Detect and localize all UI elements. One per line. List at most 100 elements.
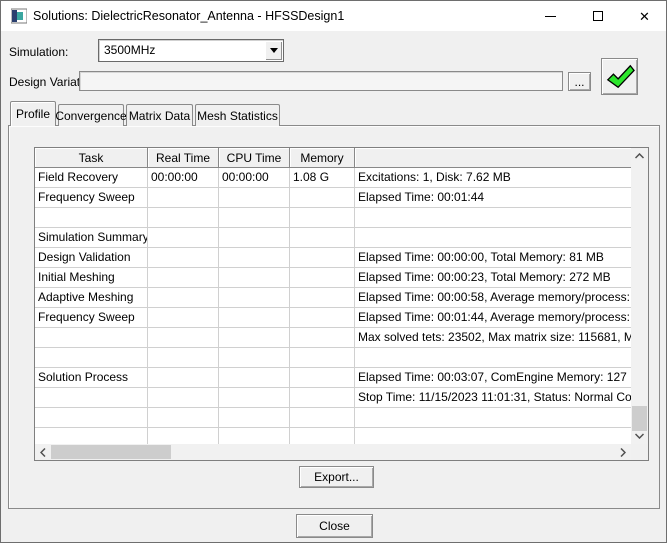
cell-memory bbox=[290, 288, 355, 308]
column-header: CPU Time bbox=[219, 148, 290, 168]
profile-grid: TaskReal TimeCPU TimeMemory Field Recove… bbox=[35, 148, 631, 444]
cell-memory bbox=[290, 268, 355, 288]
cell-real_time bbox=[148, 348, 219, 368]
cell-memory bbox=[290, 208, 355, 228]
minimize-button[interactable] bbox=[528, 1, 573, 31]
horizontal-scroll-thumb[interactable] bbox=[51, 445, 171, 459]
cell-task bbox=[35, 348, 148, 368]
cell-cpu_time bbox=[219, 368, 290, 388]
vertical-scrollbar[interactable] bbox=[631, 148, 648, 444]
cell-task bbox=[35, 428, 148, 444]
cell-info: Elapsed Time: 00:00:00, Total Memory: 81… bbox=[355, 248, 631, 268]
cell-real_time bbox=[148, 268, 219, 288]
tab-convergence[interactable]: Convergence bbox=[58, 104, 124, 126]
cell-info: Elapsed Time: 00:03:07, ComEngine Memory… bbox=[355, 368, 631, 388]
combo-dropdown-button[interactable] bbox=[265, 41, 282, 60]
cell-real_time bbox=[148, 308, 219, 328]
cell-info bbox=[355, 428, 631, 444]
table-row bbox=[35, 408, 631, 428]
profile-grid-header: TaskReal TimeCPU TimeMemory bbox=[35, 148, 631, 168]
cell-memory bbox=[290, 428, 355, 444]
cell-real_time bbox=[148, 368, 219, 388]
scroll-left-button[interactable] bbox=[35, 444, 51, 460]
close-button[interactable]: Close bbox=[296, 514, 373, 538]
cell-cpu_time bbox=[219, 268, 290, 288]
table-row bbox=[35, 348, 631, 368]
cell-info: Elapsed Time: 00:00:23, Total Memory: 27… bbox=[355, 268, 631, 288]
cell-task: Simulation Summary bbox=[35, 228, 148, 248]
cell-info: Elapsed Time: 00:01:44, Average memory/p… bbox=[355, 308, 631, 328]
table-row: Adaptive MeshingElapsed Time: 00:00:58, … bbox=[35, 288, 631, 308]
design-variation-input[interactable] bbox=[79, 71, 563, 91]
app-window-icon bbox=[11, 8, 27, 24]
browse-button[interactable]: ... bbox=[568, 72, 591, 91]
table-row: Solution Process Elapsed Time: 00:03:07, … bbox=[35, 368, 631, 388]
cell-real_time: 00:00:00 bbox=[148, 168, 219, 188]
tab-profile[interactable]: Profile bbox=[10, 101, 56, 126]
cell-task: Frequency Sweep bbox=[35, 188, 148, 208]
cell-memory bbox=[290, 388, 355, 408]
cell-cpu_time bbox=[219, 188, 290, 208]
cell-memory bbox=[290, 228, 355, 248]
scrollbar-corner bbox=[631, 444, 648, 460]
cell-memory bbox=[290, 188, 355, 208]
scroll-up-button[interactable] bbox=[631, 148, 648, 164]
cell-task: Solution Process bbox=[35, 368, 148, 388]
cell-memory: 1.08 G bbox=[290, 168, 355, 188]
titlebar: Solutions: DielectricResonator_Antenna -… bbox=[1, 1, 666, 31]
cell-cpu_time bbox=[219, 248, 290, 268]
cell-info: Elapsed Time: 00:01:44 bbox=[355, 188, 631, 208]
table-row: Frequency Sweep Elapsed Time: 00:01:44 bbox=[35, 188, 631, 208]
cell-real_time bbox=[148, 388, 219, 408]
cell-task: Frequency Sweep bbox=[35, 308, 148, 328]
minimize-icon bbox=[545, 16, 556, 17]
cell-real_time bbox=[148, 228, 219, 248]
horizontal-scrollbar[interactable] bbox=[35, 444, 631, 460]
cell-real_time bbox=[148, 408, 219, 428]
cell-memory bbox=[290, 248, 355, 268]
cell-memory bbox=[290, 368, 355, 388]
cell-memory bbox=[290, 328, 355, 348]
export-button[interactable]: Export... bbox=[299, 466, 374, 488]
close-icon: ✕ bbox=[639, 10, 650, 23]
table-row bbox=[35, 208, 631, 228]
cell-task: Design Validation bbox=[35, 248, 148, 268]
maximize-icon bbox=[593, 11, 603, 21]
apply-check-button[interactable] bbox=[601, 58, 638, 95]
cell-info bbox=[355, 348, 631, 368]
table-row: Stop Time: 11/15/2023 11:01:31, Status: … bbox=[35, 388, 631, 408]
table-row: Design Validation Elapsed Time: 00:00:00,… bbox=[35, 248, 631, 268]
cell-cpu_time bbox=[219, 308, 290, 328]
cell-cpu_time bbox=[219, 228, 290, 248]
cell-cpu_time bbox=[219, 388, 290, 408]
scroll-down-button[interactable] bbox=[631, 428, 648, 444]
maximize-button[interactable] bbox=[575, 1, 620, 31]
cell-info: Max solved tets: 23502, Max matrix size:… bbox=[355, 328, 631, 348]
column-header: Task bbox=[35, 148, 148, 168]
cell-info bbox=[355, 408, 631, 428]
cell-task bbox=[35, 328, 148, 348]
cell-real_time bbox=[148, 188, 219, 208]
tab-mesh-statistics[interactable]: Mesh Statistics bbox=[195, 104, 280, 126]
scroll-right-button[interactable] bbox=[615, 444, 631, 460]
cell-info bbox=[355, 228, 631, 248]
column-header: Real Time bbox=[148, 148, 219, 168]
cell-cpu_time bbox=[219, 408, 290, 428]
cell-info: Excitations: 1, Disk: 7.62 MB bbox=[355, 168, 631, 188]
cell-memory bbox=[290, 348, 355, 368]
cell-task: Initial Meshing bbox=[35, 268, 148, 288]
cell-task bbox=[35, 388, 148, 408]
cell-cpu_time bbox=[219, 328, 290, 348]
cell-task bbox=[35, 208, 148, 228]
chevron-up-icon bbox=[635, 153, 644, 159]
column-header bbox=[355, 148, 631, 168]
table-row: Max solved tets: 23502, Max matrix size:… bbox=[35, 328, 631, 348]
titlebar-close-button[interactable]: ✕ bbox=[622, 1, 667, 31]
table-row bbox=[35, 428, 631, 444]
simulation-combobox[interactable]: 3500MHz bbox=[98, 39, 284, 62]
tab-matrix-data[interactable]: Matrix Data bbox=[126, 104, 193, 126]
cell-real_time bbox=[148, 328, 219, 348]
cell-real_time bbox=[148, 288, 219, 308]
solutions-dialog: Solutions: DielectricResonator_Antenna -… bbox=[0, 0, 667, 543]
cell-task: Adaptive Meshing bbox=[35, 288, 148, 308]
